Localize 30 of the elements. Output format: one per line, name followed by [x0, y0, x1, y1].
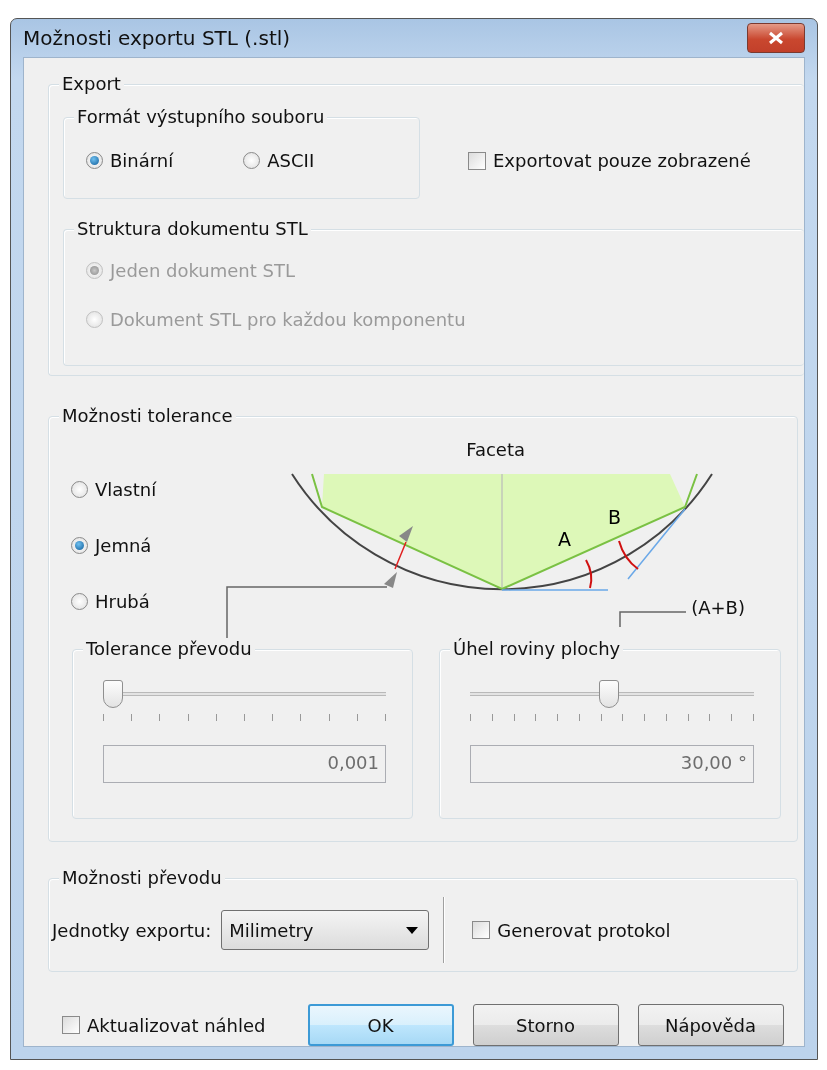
angle-label: B — [608, 506, 622, 528]
radio-option[interactable]: Vlastní — [71, 479, 157, 500]
value-field[interactable]: 0,001 — [103, 745, 386, 783]
checkbox-option[interactable]: Aktualizovat náhled — [62, 1014, 266, 1036]
caret-icon — [406, 926, 419, 934]
close-icon — [767, 31, 785, 45]
dialog-button[interactable]: OK — [307, 1004, 454, 1046]
value-field[interactable]: 30,00 ° — [470, 745, 754, 783]
leader-line — [619, 611, 687, 628]
slider-thumb[interactable] — [103, 680, 123, 708]
group-label: Tolerance převodu — [83, 638, 255, 660]
units-dropdown[interactable]: Milimetry — [221, 910, 430, 950]
close-button[interactable] — [747, 23, 805, 53]
window-title: Možnosti exportu STL (.stl) — [23, 26, 291, 50]
checkbox-option[interactable]: Generovat protokol — [472, 919, 671, 941]
field-label: Jednotky exportu: — [52, 919, 212, 941]
angle-label: A — [558, 528, 571, 550]
group-label: Formát výstupního souboru — [74, 106, 328, 128]
group-label: Úhel roviny plochy — [450, 638, 624, 660]
angle-sum-label: (A+B) — [691, 597, 745, 618]
dialog-button[interactable]: Storno — [472, 1004, 619, 1046]
radio-option[interactable]: ASCII — [243, 150, 315, 171]
dialog-button[interactable]: Nápověda — [637, 1004, 784, 1046]
radio-option[interactable]: Binární — [86, 150, 174, 171]
diagram-title: Faceta — [466, 439, 525, 460]
slider-thumb[interactable] — [599, 680, 620, 708]
checkbox-option[interactable]: Exportovat pouze zobrazené — [468, 150, 751, 171]
group-label: Možnosti převodu — [59, 867, 225, 889]
radio-option[interactable]: Jemná — [71, 535, 157, 556]
radio-option[interactable]: Hrubá — [71, 591, 157, 612]
